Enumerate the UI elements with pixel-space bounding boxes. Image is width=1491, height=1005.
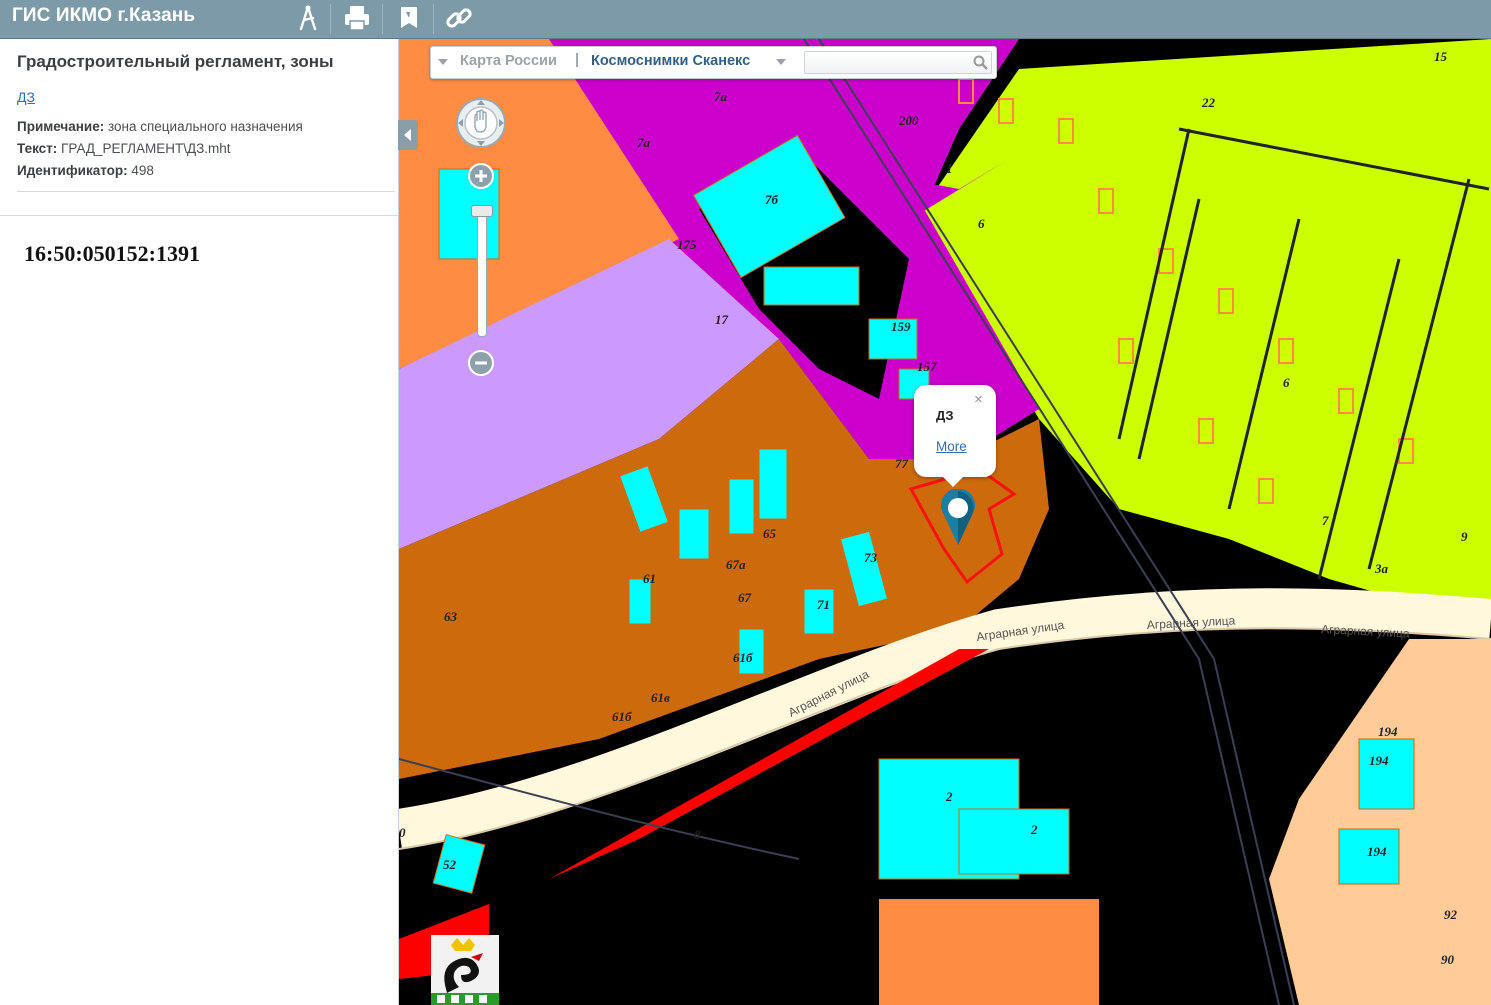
text-value: ГРАД_РЕГЛАМЕНТ\ДЗ.mht: [57, 141, 231, 156]
house-number: 73: [864, 550, 878, 565]
info-sidebar: Градостроительный регламент, зоны ДЗ При…: [0, 39, 399, 1005]
zone-link[interactable]: ДЗ: [17, 89, 35, 105]
map-search-input[interactable]: [804, 51, 992, 74]
house-number: 92: [1444, 907, 1458, 922]
house-number: 7: [1322, 513, 1329, 528]
house-number: 194: [1378, 724, 1398, 739]
house-number: 61б: [612, 709, 632, 724]
close-icon[interactable]: ×: [974, 391, 983, 408]
text-label: Текст:: [17, 141, 58, 156]
link-icon[interactable]: [437, 0, 481, 36]
house-number: 61б: [733, 650, 753, 665]
divider: [17, 191, 395, 192]
map-view[interactable]: 7а 7а 200 1 22 15 7б 175 6 17 159 157 77…: [399, 39, 1491, 1005]
note-value: зона специального назначения: [104, 119, 303, 134]
feature-popup: × ДЗ More: [914, 385, 996, 487]
zoom-slider[interactable]: [477, 209, 487, 337]
house-number: 1: [946, 161, 953, 176]
house-number: 90: [1441, 952, 1455, 967]
house-number: 63: [444, 609, 458, 624]
house-number: 157: [917, 359, 937, 374]
house-number: 67а: [726, 557, 746, 572]
house-number: 2: [1030, 822, 1038, 837]
house-number: 15: [1434, 49, 1448, 64]
house-number: 159: [891, 319, 911, 334]
search-icon[interactable]: [973, 55, 988, 70]
divider: [0, 215, 398, 216]
note-label: Примечание:: [17, 119, 105, 134]
popup-more-link[interactable]: More: [936, 439, 967, 454]
chevron-left-icon: [404, 129, 411, 141]
house-number: 71: [817, 597, 830, 612]
popup-title: ДЗ: [936, 408, 954, 423]
house-number: 8: [694, 827, 701, 842]
id-row: Идентификатор: 498: [17, 163, 154, 178]
house-number: 2: [945, 789, 953, 804]
pan-control[interactable]: [455, 97, 507, 149]
print-icon[interactable]: [335, 0, 379, 36]
house-number: 9: [1461, 529, 1468, 544]
layer-switcher: Карта России | Космоснимки Сканекс: [430, 46, 997, 79]
house-number: 7а: [637, 135, 651, 150]
house-number: 175: [677, 237, 697, 252]
dropdown-icon[interactable]: [438, 59, 448, 65]
layer-karta-rossii[interactable]: Карта России: [460, 53, 557, 69]
top-toolbar: ГИС ИКМО г.Казань: [0, 0, 1491, 39]
zoom-out-button[interactable]: [468, 350, 494, 376]
map-marker-icon[interactable]: [939, 489, 977, 547]
zoom-slider-handle[interactable]: [471, 205, 493, 217]
house-number: 77: [895, 456, 909, 471]
collapse-sidebar-button[interactable]: [398, 120, 418, 150]
zone-light-orange: [879, 879, 1099, 899]
layer-separator: |: [575, 52, 580, 68]
house-number: 200: [898, 113, 919, 128]
id-label: Идентификатор:: [17, 163, 128, 178]
house-number: 0: [399, 825, 406, 840]
house-number: 17: [715, 312, 729, 327]
bookmark-icon[interactable]: [387, 0, 431, 36]
toolbar-separator: [330, 4, 331, 34]
house-number: 7а: [714, 89, 728, 104]
toolbar-separator: [382, 4, 383, 34]
house-number: 6: [1283, 375, 1290, 390]
house-number: 3а: [1374, 561, 1389, 576]
measure-icon[interactable]: [286, 0, 330, 36]
toolbar-separator: [433, 4, 434, 34]
house-number: 22: [1201, 95, 1216, 110]
dropdown-icon[interactable]: [776, 59, 786, 65]
house-number: 194: [1367, 844, 1387, 859]
zoom-in-button[interactable]: [468, 163, 494, 189]
house-number: 52: [443, 857, 457, 872]
text-row: Текст: ГРАД_РЕГЛАМЕНТ\ДЗ.mht: [17, 141, 231, 156]
sidebar-title: Градостроительный регламент, зоны: [17, 52, 334, 71]
id-value: 498: [127, 163, 154, 178]
note-row: Примечание: зона специального назначения: [17, 119, 303, 134]
app-title: ГИС ИКМО г.Казань: [12, 5, 196, 26]
layer-kosmosnimki[interactable]: Космоснимки Сканекс: [591, 53, 750, 69]
house-number: 61в: [651, 690, 670, 705]
house-number: 194: [1369, 753, 1389, 768]
house-number: 61: [643, 571, 656, 586]
house-number: 67: [738, 590, 752, 605]
kazan-logo-icon: [431, 935, 499, 1005]
house-number: 7б: [765, 192, 779, 207]
cadastral-number: 16:50:050152:1391: [24, 241, 200, 266]
house-number: 6: [978, 216, 985, 231]
house-number: 65: [763, 526, 777, 541]
